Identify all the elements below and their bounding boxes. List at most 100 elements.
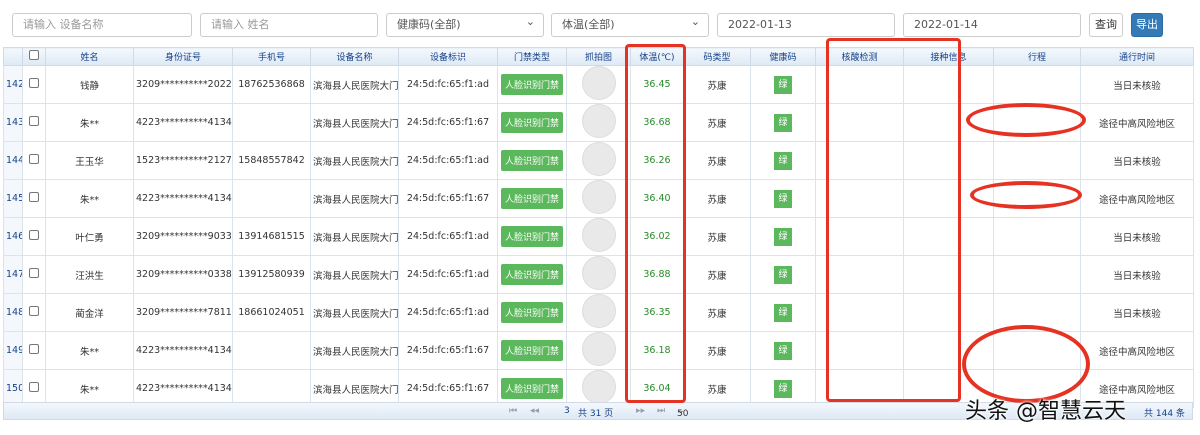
column-header[interactable]: 抓拍图 <box>566 47 631 66</box>
annotation-ellipse <box>970 181 1082 209</box>
page-input[interactable]: 3 <box>564 406 570 416</box>
cell <box>993 141 1081 180</box>
row-checkbox[interactable] <box>29 192 39 202</box>
health-code-badge: 绿 <box>774 189 792 208</box>
snapshot-avatar-icon[interactable] <box>581 218 616 252</box>
cell: 人脸识别门禁 <box>497 293 567 332</box>
cell: 苏康 <box>683 103 751 142</box>
cell: 绿 <box>750 293 816 332</box>
temperature-select[interactable]: 体温(全部) <box>551 11 709 37</box>
cell <box>22 293 46 332</box>
snapshot-avatar-icon[interactable] <box>581 180 616 214</box>
cell <box>22 255 46 294</box>
cell: 当日未核验 <box>1080 141 1194 180</box>
row-checkbox[interactable] <box>29 382 39 392</box>
column-header[interactable]: 行程 <box>993 47 1081 66</box>
total-pages: 共 31 页 <box>578 409 614 419</box>
snapshot-avatar-icon[interactable] <box>581 370 616 404</box>
last-page-icon[interactable]: ⏭ <box>657 406 665 416</box>
header-select-all[interactable] <box>22 47 46 66</box>
cell: 绿 <box>750 141 816 180</box>
export-button[interactable]: 导出 <box>1131 13 1163 37</box>
row-checkbox[interactable] <box>29 230 39 240</box>
cell <box>22 217 46 256</box>
column-header[interactable]: 手机号 <box>232 47 311 66</box>
start-date-input[interactable]: 2022-01-13 <box>717 13 895 37</box>
cell <box>993 255 1081 294</box>
cell: 3209**********9033 <box>133 217 233 256</box>
row-checkbox[interactable] <box>29 268 39 278</box>
row-checkbox[interactable] <box>29 78 39 88</box>
column-header[interactable]: 健康码 <box>750 47 816 66</box>
cell: 苏康 <box>683 217 751 256</box>
table-row[interactable]: 144 王玉华 1523**********2127 15848557842 滨海县人民… <box>3 141 1194 180</box>
table-row[interactable]: 142 钱静 3209**********2022 18762536868 滨海县人民医… <box>3 65 1194 104</box>
snapshot-avatar-icon[interactable] <box>581 142 616 176</box>
cell <box>22 103 46 142</box>
device-name-input[interactable]: 请输入 设备名称 <box>12 13 192 37</box>
cell: 18762536868 <box>232 65 311 104</box>
prev-page-icon[interactable]: ◂◂ <box>530 406 539 416</box>
cell: 4223**********4134 <box>133 103 233 142</box>
cell: 24:5d:fc:65:f1:67 <box>398 179 498 218</box>
query-button[interactable]: 查询 <box>1089 13 1123 37</box>
cell: 苏康 <box>683 293 751 332</box>
cell <box>566 141 631 180</box>
name-input[interactable]: 请输入 姓名 <box>200 13 378 37</box>
column-header[interactable]: 设备名称 <box>310 47 399 66</box>
cell: 朱** <box>45 331 134 370</box>
column-header[interactable]: 设备标识 <box>398 47 498 66</box>
next-page-icon[interactable]: ▸▸ <box>636 406 645 416</box>
column-header[interactable]: 码类型 <box>683 47 751 66</box>
cell: 苏康 <box>683 179 751 218</box>
cell: 滨海县人民医院大门右侧 <box>310 141 399 180</box>
snapshot-avatar-icon[interactable] <box>581 332 616 366</box>
gate-type-badge: 人脸识别门禁 <box>500 264 563 285</box>
health-code-select[interactable]: 健康码(全部) <box>386 11 544 37</box>
cell: 3209**********7811 <box>133 293 233 332</box>
cell: 13914681515 <box>232 217 311 256</box>
cell <box>22 65 46 104</box>
page-size-select[interactable]: 50 ⌄ <box>677 406 688 419</box>
cell: 滨海县人民医院大门左侧 <box>310 331 399 370</box>
health-code-badge: 绿 <box>774 341 792 360</box>
column-header[interactable]: 门禁类型 <box>497 47 567 66</box>
header-rownum <box>3 47 23 66</box>
cell: 蔺金洋 <box>45 293 134 332</box>
cell: 人脸识别门禁 <box>497 217 567 256</box>
snapshot-avatar-icon[interactable] <box>581 256 616 290</box>
first-page-icon[interactable]: ⏮ <box>509 406 517 416</box>
cell: 滨海县人民医院大门左侧 <box>310 179 399 218</box>
cell: 绿 <box>750 65 816 104</box>
row-checkbox[interactable] <box>29 306 39 316</box>
table-row[interactable]: 146 叶仁勇 3209**********9033 13914681515 滨海县人民… <box>3 217 1194 256</box>
column-header[interactable]: 身份证号 <box>133 47 233 66</box>
row-checkbox[interactable] <box>29 116 39 126</box>
snapshot-avatar-icon[interactable] <box>581 104 616 138</box>
select-all-checkbox[interactable] <box>29 50 39 60</box>
cell: 滨海县人民医院大门左侧 <box>310 103 399 142</box>
column-header[interactable]: 通行时间 <box>1080 47 1194 66</box>
cell: 途径中高风险地区 <box>1080 331 1194 370</box>
temperature-value: 体温(全部) <box>562 18 615 31</box>
snapshot-avatar-icon[interactable] <box>581 294 616 328</box>
cell <box>993 217 1081 256</box>
cell: 15848557842 <box>232 141 311 180</box>
snapshot-avatar-icon[interactable] <box>581 66 616 100</box>
cell: 146 <box>3 217 23 256</box>
gate-type-badge: 人脸识别门禁 <box>500 378 563 399</box>
cell <box>566 65 631 104</box>
cell: 当日未核验 <box>1080 217 1194 256</box>
cell: 4223**********4134 <box>133 179 233 218</box>
cell: 绿 <box>750 217 816 256</box>
end-date-input[interactable]: 2022-01-14 <box>903 13 1081 37</box>
row-checkbox[interactable] <box>29 344 39 354</box>
cell: 24:5d:fc:65:f1:ad <box>398 141 498 180</box>
cell: 1523**********2127 <box>133 141 233 180</box>
column-header[interactable]: 姓名 <box>45 47 134 66</box>
watermark: 头条 @智慧云天 <box>965 399 1126 424</box>
cell <box>22 331 46 370</box>
row-checkbox[interactable] <box>29 154 39 164</box>
cell: 王玉华 <box>45 141 134 180</box>
table-row[interactable]: 147 汪洪生 3209**********0338 13912580939 滨海县人民… <box>3 255 1194 294</box>
